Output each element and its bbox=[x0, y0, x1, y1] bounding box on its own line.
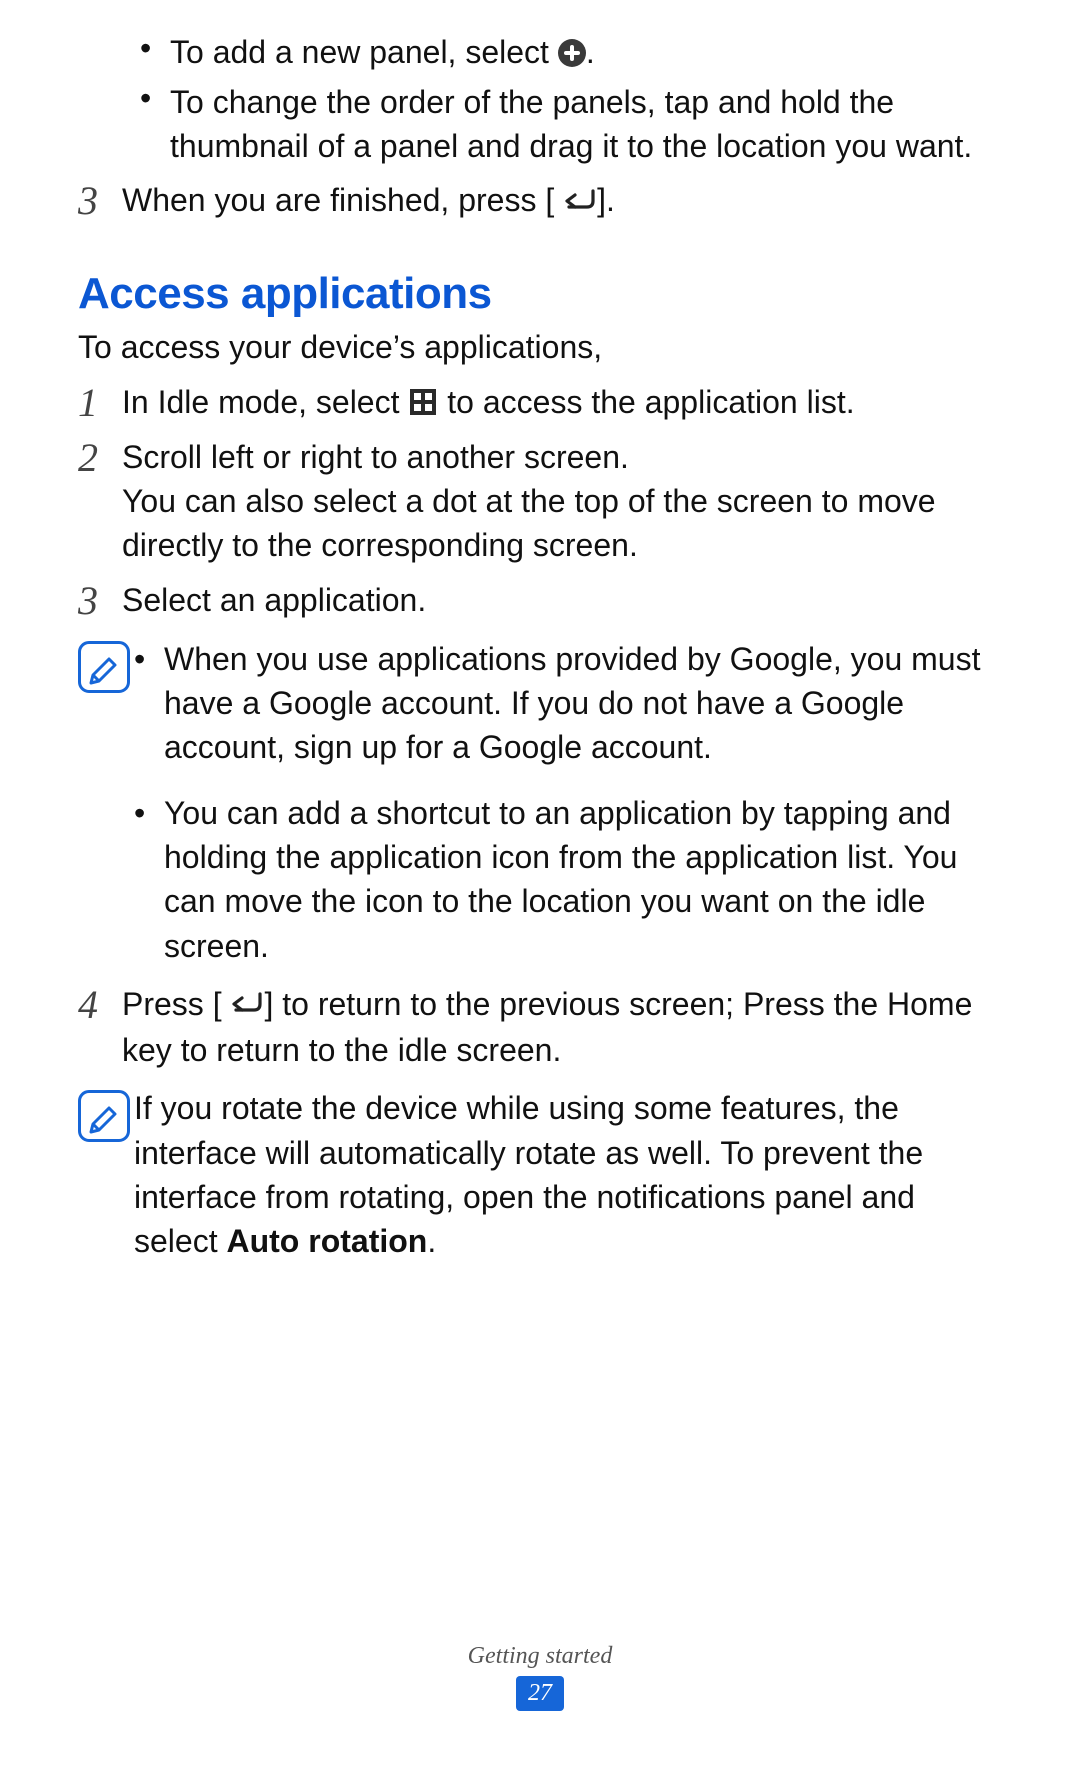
step-3-top: 3 When you are finished, press [ ]. bbox=[78, 178, 1002, 225]
note-icon bbox=[78, 641, 130, 693]
bullet-marker: • bbox=[134, 791, 164, 968]
note-block-1: • When you use applications provided by … bbox=[78, 637, 1002, 968]
step-1: 1 In Idle mode, select to access the app… bbox=[78, 380, 1002, 425]
step-number: 4 bbox=[78, 982, 122, 1073]
step-text-post: to access the application list. bbox=[447, 384, 854, 420]
page-number: 27 bbox=[516, 1676, 564, 1711]
note-bullet-text: You can add a shortcut to an application… bbox=[164, 791, 1002, 968]
step-2-line-2: You can also select a dot at the top of … bbox=[122, 479, 1002, 567]
bullet-text: To change the order of the panels, tap a… bbox=[170, 80, 1002, 168]
step-number: 3 bbox=[78, 578, 122, 623]
note-2-post: . bbox=[427, 1223, 436, 1259]
bullet-marker: • bbox=[140, 80, 170, 168]
step-3-text: Select an application. bbox=[122, 578, 1002, 623]
note-icon bbox=[78, 1090, 130, 1142]
plus-circle-icon bbox=[558, 39, 586, 67]
step-number: 2 bbox=[78, 435, 122, 567]
section-lead: To access your device’s applications, bbox=[78, 329, 1002, 366]
step-number: 1 bbox=[78, 380, 122, 425]
step-number: 3 bbox=[78, 178, 122, 225]
step-text-pre: When you are finished, press [ bbox=[122, 182, 554, 218]
back-arrow-icon bbox=[563, 178, 597, 222]
step-2: 2 Scroll left or right to another screen… bbox=[78, 435, 1002, 567]
footer-section-label: Getting started bbox=[0, 1643, 1080, 1670]
step-text-pre: In Idle mode, select bbox=[122, 384, 408, 420]
bullet-marker: • bbox=[140, 30, 170, 74]
note-bullet-shortcut: • You can add a shortcut to an applicati… bbox=[134, 791, 1002, 968]
step-text-pre: Press [ bbox=[122, 986, 222, 1022]
bullet-marker: • bbox=[134, 637, 164, 769]
app-grid-icon bbox=[410, 389, 436, 415]
note-2-bold: Auto rotation bbox=[226, 1223, 427, 1259]
note-bullet-text: When you use applications provided by Go… bbox=[164, 637, 1002, 769]
step-3: 3 Select an application. bbox=[78, 578, 1002, 623]
manual-page: • To add a new panel, select . • To chan… bbox=[0, 0, 1080, 1263]
bullet-add-panel: • To add a new panel, select . bbox=[140, 30, 1002, 74]
bullet-text-post: . bbox=[586, 34, 595, 70]
page-footer: Getting started 27 bbox=[0, 1643, 1080, 1711]
note-bullet-google: • When you use applications provided by … bbox=[134, 637, 1002, 769]
step-4: 4 Press [ ] to return to the previous sc… bbox=[78, 982, 1002, 1073]
step-2-line-1: Scroll left or right to another screen. bbox=[122, 435, 1002, 479]
note-block-2: If you rotate the device while using som… bbox=[78, 1086, 1002, 1263]
step-text-post: ]. bbox=[597, 182, 615, 218]
section-heading: Access applications bbox=[78, 269, 1002, 319]
bullet-text-pre: To add a new panel, select bbox=[170, 34, 558, 70]
continued-sub-bullets: • To add a new panel, select . • To chan… bbox=[140, 30, 1002, 168]
bullet-reorder-panels: • To change the order of the panels, tap… bbox=[140, 80, 1002, 168]
back-arrow-icon bbox=[230, 981, 264, 1025]
